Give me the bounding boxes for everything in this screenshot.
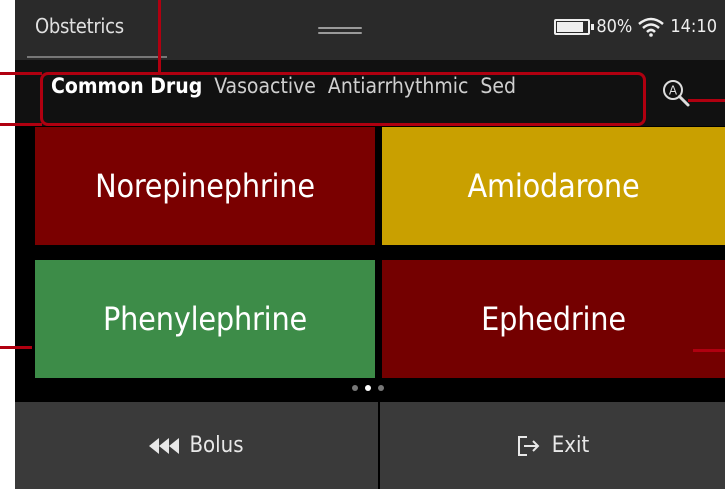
wifi-icon	[638, 17, 665, 37]
callout-line	[688, 99, 725, 102]
drag-handle-icon[interactable]	[318, 27, 362, 34]
exit-icon	[517, 435, 540, 456]
battery-percent: 80%	[596, 16, 633, 37]
page-dot[interactable]	[378, 385, 384, 391]
callout-line	[0, 346, 32, 349]
callout-line	[0, 72, 42, 75]
department-title[interactable]: Obstetrics	[35, 14, 124, 38]
clock: 14:10	[670, 16, 717, 37]
battery-icon	[554, 18, 595, 35]
bolus-label: Bolus	[189, 433, 244, 458]
status-indicators: 80% 14:10	[554, 16, 717, 37]
page-indicator	[352, 385, 384, 391]
exit-button[interactable]: Exit	[380, 402, 725, 489]
bolus-button[interactable]: Bolus	[15, 402, 378, 489]
drug-tile-phenylephrine[interactable]: Phenylephrine	[35, 260, 375, 378]
callout-line	[693, 349, 725, 352]
svg-text:A: A	[669, 84, 678, 98]
tabs-highlight-box	[40, 72, 646, 126]
search-icon[interactable]: A	[661, 78, 691, 108]
drug-tile-amiodarone[interactable]: Amiodarone	[382, 127, 725, 245]
callout-line	[0, 123, 42, 126]
status-bar: Obstetrics 80% 14:10	[15, 0, 725, 60]
callout-line	[158, 0, 161, 73]
drug-tile-ephedrine[interactable]: Ephedrine	[382, 260, 725, 378]
drug-tile-norepinephrine[interactable]: Norepinephrine	[35, 127, 375, 245]
exit-label: Exit	[551, 433, 590, 458]
page-dot[interactable]	[352, 385, 358, 391]
title-underline	[27, 56, 167, 58]
page-dot-active[interactable]	[365, 385, 371, 391]
rewind-icon	[149, 437, 180, 454]
